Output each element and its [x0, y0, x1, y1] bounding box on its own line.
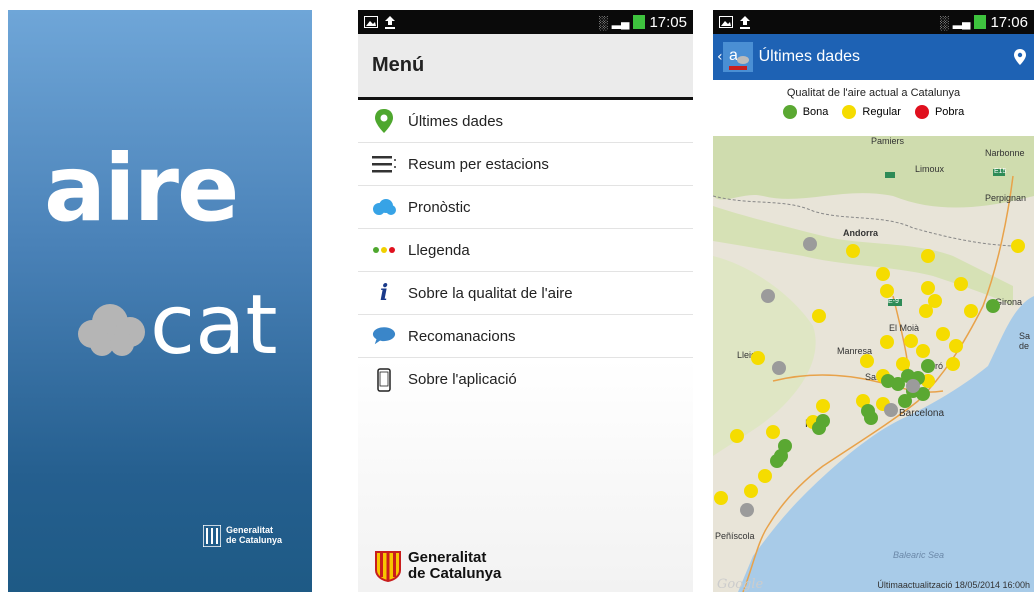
legend-label: Pobra — [934, 106, 965, 118]
speech-bubble-icon — [372, 324, 396, 348]
generalitat-logo: Generalitat de Catalunya — [203, 525, 282, 547]
screen-title: Últimes dades — [758, 48, 860, 65]
menu-screen: ░ ▂▄ 17:05 Menú Últimes dades Resum per … — [358, 10, 693, 592]
generalitat-logo: Generalitat de Catalunya — [374, 550, 501, 582]
gallery-notification-icon — [719, 16, 733, 28]
legend-dot-icon — [782, 105, 797, 119]
signal-icon: ▂▄ — [611, 15, 630, 29]
location-pin-icon[interactable] — [1014, 49, 1026, 65]
generalitat-line2: de Catalunya — [408, 565, 502, 582]
phone-icon — [372, 367, 396, 392]
legend-dot-icon — [914, 105, 929, 119]
list-icon — [372, 152, 396, 176]
last-update-text: Últimaactualització 18/05/2014 16:00h — [877, 580, 1030, 590]
google-logo: Google — [717, 577, 764, 592]
station-markers — [714, 237, 1025, 517]
menu-title: Menú — [358, 34, 693, 100]
legend-label: Bona — [802, 106, 829, 118]
battery-icon — [633, 15, 646, 29]
status-bar: ░ ▂▄ 17:05 — [358, 10, 693, 34]
menu-item-recomanacions[interactable]: Recomanacions — [358, 315, 693, 358]
legend-dots-icon — [372, 238, 396, 262]
menu-item-label: Sobre la qualitat de l'aire — [408, 284, 573, 302]
menu-item-sobre-aplicacio[interactable]: Sobre l'aplicació — [358, 358, 693, 401]
menu-item-resum-estacions[interactable]: Resum per estacions — [358, 143, 693, 186]
wifi-icon: ░ — [598, 14, 608, 30]
menu-item-label: Resum per estacions — [408, 155, 549, 173]
air-quality-map[interactable]: Pamiers Limoux Narbonne Perpignan Andorr… — [713, 136, 1034, 592]
generalitat-line2: de Catalunya — [226, 535, 283, 545]
map-pin-icon — [372, 109, 396, 133]
generalitat-line1: Generalitat — [408, 549, 487, 567]
generalitat-emblem-icon — [203, 525, 221, 547]
legend-dot-icon — [842, 105, 857, 119]
menu-item-label: Sobre l'aplicació — [408, 371, 517, 388]
legend-item-pobra: Pobra — [914, 105, 965, 119]
upload-notification-icon — [740, 16, 750, 29]
map-subtitle: Qualitat de l'aire actual a Catalunya — [786, 87, 961, 99]
menu-item-label: Llegenda — [408, 241, 470, 259]
gallery-notification-icon — [364, 16, 378, 28]
cloud-logo-icon — [78, 304, 145, 356]
clock: 17:05 — [649, 13, 687, 31]
aire-logo-text: aire — [44, 135, 239, 242]
svg-text:a: a — [729, 47, 738, 64]
action-bar: ‹ a Últimes dades — [713, 34, 1034, 80]
splash-screen: aire cat Generalitat de Catalunya — [8, 10, 312, 592]
info-icon: i — [379, 280, 389, 306]
app-icon[interactable]: a — [722, 42, 753, 72]
upload-notification-icon — [385, 16, 395, 29]
cloud-icon — [372, 195, 396, 219]
legend-item-regular: Regular — [842, 105, 901, 119]
map-screen: ░ ▂▄ 17:06 ‹ a Últimes dades Qualitat de… — [713, 10, 1034, 592]
status-bar: ░ ▂▄ 17:06 — [713, 10, 1034, 34]
generalitat-emblem-icon — [375, 551, 401, 582]
menu-item-label: Pronòstic — [408, 198, 471, 216]
battery-icon — [974, 15, 987, 29]
legend-label: Regular — [862, 106, 901, 118]
cat-logo-text: cat — [150, 278, 278, 373]
menu-item-label: Recomanacions — [408, 327, 516, 345]
menu-item-pronostic[interactable]: Pronòstic — [358, 186, 693, 229]
menu-item-sobre-qualitat[interactable]: i Sobre la qualitat de l'aire — [358, 272, 693, 315]
menu-item-label: Últimes dades — [408, 112, 504, 130]
clock: 17:06 — [990, 13, 1028, 31]
legend-item-bona: Bona — [782, 105, 829, 119]
menu-item-ultimes-dades[interactable]: Últimes dades — [358, 100, 693, 143]
map-legend: Bona Regular Pobra — [713, 99, 1034, 119]
menu-item-llegenda[interactable]: Llegenda — [358, 229, 693, 272]
signal-icon: ▂▄ — [952, 15, 971, 29]
wifi-icon: ░ — [939, 14, 949, 30]
